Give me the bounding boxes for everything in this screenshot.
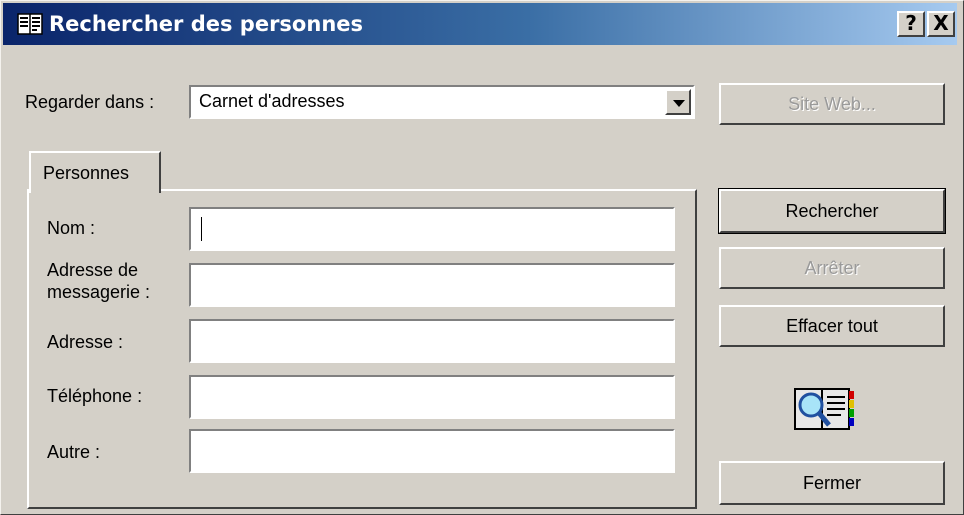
close-button[interactable]: Fermer (719, 461, 945, 505)
email-label-line1: Adresse de (47, 260, 139, 280)
address-label: Adresse : (47, 332, 124, 352)
search-button[interactable]: Rechercher (718, 188, 946, 234)
look-in-label: Regarder dans : (25, 92, 155, 112)
look-in-value: Carnet d'adresses (199, 91, 345, 111)
window-title: Rechercher des personnes (49, 12, 364, 36)
clear-all-button[interactable]: Effacer tout (719, 305, 945, 347)
address-book-search-icon (794, 388, 854, 430)
phone-label: Téléphone : (47, 386, 143, 406)
find-people-dialog: Rechercher des personnes ? X Regarder da… (0, 0, 964, 515)
email-field[interactable] (189, 263, 675, 307)
address-book-icon (17, 13, 43, 35)
other-field[interactable] (189, 429, 675, 473)
other-label: Autre : (47, 442, 101, 462)
chevron-down-icon[interactable] (665, 89, 691, 115)
name-field[interactable] (189, 207, 675, 251)
tab-personnes[interactable]: Personnes (29, 151, 161, 193)
address-field[interactable] (189, 319, 675, 363)
phone-field[interactable] (189, 375, 675, 419)
help-button[interactable]: ? (897, 11, 925, 37)
look-in-dropdown[interactable]: Carnet d'adresses (189, 85, 695, 119)
tab-personnes-label: Personnes (43, 163, 130, 183)
text-caret (201, 217, 202, 241)
name-label: Nom : (47, 218, 96, 238)
title-bar[interactable]: Rechercher des personnes ? X (3, 3, 957, 45)
close-window-button[interactable]: X (927, 11, 955, 37)
stop-button[interactable]: Arrêter (719, 247, 945, 289)
website-button[interactable]: Site Web... (719, 83, 945, 125)
email-label-line2: messagerie : (47, 282, 151, 302)
